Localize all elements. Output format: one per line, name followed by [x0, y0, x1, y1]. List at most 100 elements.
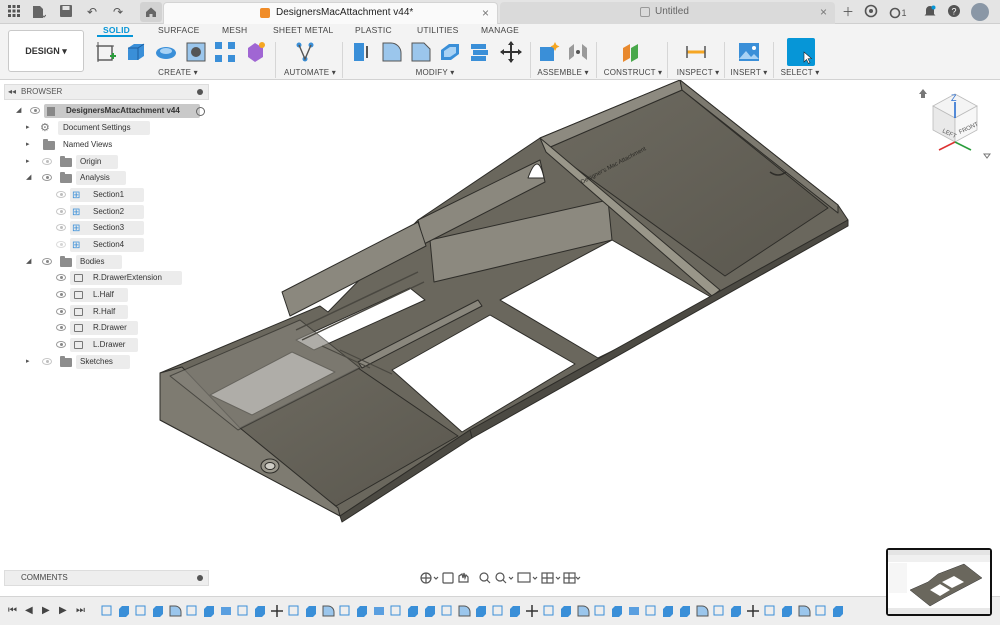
timeline-feature-sketch-icon[interactable]: [237, 605, 248, 616]
timeline-feature-extrude-icon[interactable]: [408, 606, 418, 617]
visibility-eye-icon[interactable]: [56, 241, 66, 248]
hole-icon[interactable]: [184, 40, 208, 64]
inspect-menu[interactable]: INSPECT ▾: [676, 68, 720, 77]
visibility-eye-icon[interactable]: [42, 174, 52, 181]
timeline-feature-sketch-icon[interactable]: [135, 605, 146, 616]
timeline-feature-sketch-icon[interactable]: [492, 605, 503, 616]
orbit-menu-icon[interactable]: [433, 576, 439, 580]
timeline-feature-combine-icon[interactable]: [629, 607, 639, 615]
move-copy-icon[interactable]: [499, 40, 523, 64]
help-icon[interactable]: ?: [946, 4, 962, 20]
timeline-feature-extrude-icon[interactable]: [663, 606, 673, 617]
timeline-feature-sketch-icon[interactable]: [390, 605, 401, 616]
timeline-feature-extrude-icon[interactable]: [833, 606, 843, 617]
tab-mesh[interactable]: MESH: [222, 25, 247, 35]
timeline-start-icon[interactable]: ⏮: [8, 605, 17, 616]
timeline-feature-sketch-icon[interactable]: [186, 605, 197, 616]
viewports-menu-icon[interactable]: [575, 576, 581, 580]
shell-icon[interactable]: [438, 40, 462, 64]
visibility-eye-icon[interactable]: [56, 324, 66, 331]
comments-panel-header[interactable]: COMMENTS: [4, 570, 209, 586]
timeline-step-forward-icon[interactable]: ▶: [59, 605, 67, 616]
tab-manage[interactable]: MANAGE: [481, 25, 519, 35]
user-avatar[interactable]: [971, 3, 989, 21]
collapse-panel-icon[interactable]: ◂◂: [8, 85, 16, 99]
data-panel-icon[interactable]: [863, 4, 879, 20]
timeline-feature-sketch-icon[interactable]: [594, 605, 605, 616]
measure-icon[interactable]: [684, 40, 708, 64]
expand-triangle-icon[interactable]: ▸: [26, 355, 34, 369]
timeline-feature-extrude-icon[interactable]: [612, 606, 622, 617]
select-menu[interactable]: SELECT ▾: [780, 68, 820, 77]
expand-triangle-icon[interactable]: ▸: [26, 155, 34, 169]
automate-icon[interactable]: [293, 40, 317, 64]
close-tab-icon[interactable]: ×: [482, 3, 489, 23]
visibility-eye-icon[interactable]: [56, 291, 66, 298]
expand-triangle-icon[interactable]: ◢: [16, 104, 24, 118]
visibility-eye-icon[interactable]: [42, 358, 52, 365]
timeline-feature-extrude-icon[interactable]: [425, 606, 435, 617]
timeline-feature-combine-icon[interactable]: [221, 607, 231, 615]
zoom-window-icon[interactable]: [495, 572, 507, 584]
viewcube-menu-icon[interactable]: [983, 153, 991, 159]
create-form-icon[interactable]: [243, 40, 267, 64]
timeline-feature-extrude-icon[interactable]: [306, 606, 316, 617]
visibility-eye-icon[interactable]: [56, 274, 66, 281]
notifications-icon[interactable]: [922, 4, 938, 20]
timeline-feature-fillet-icon[interactable]: [696, 605, 709, 617]
tab-plastic[interactable]: PLASTIC: [355, 25, 392, 35]
automate-menu[interactable]: AUTOMATE ▾: [280, 68, 340, 77]
modify-menu[interactable]: MODIFY ▾: [410, 68, 460, 77]
tab-active-document[interactable]: DesignersMacAttachment v44* ×: [163, 2, 498, 24]
visibility-eye-icon[interactable]: [56, 191, 66, 198]
new-tab-icon[interactable]: ＋: [840, 4, 856, 20]
pan-icon[interactable]: [458, 572, 469, 583]
tab-sheet-metal[interactable]: SHEET METAL: [273, 25, 333, 35]
timeline-feature-extrude-icon[interactable]: [680, 606, 690, 617]
visibility-eye-icon[interactable]: [56, 341, 66, 348]
timeline-feature-extrude-icon[interactable]: [204, 606, 214, 617]
timeline-feature-extrude-icon[interactable]: [731, 606, 741, 617]
timeline-feature-sketch-icon[interactable]: [713, 605, 724, 616]
fillet-icon[interactable]: [380, 40, 404, 64]
home-icon[interactable]: [140, 2, 162, 22]
insert-menu[interactable]: INSERT ▾: [729, 68, 769, 77]
timeline-feature-move-icon[interactable]: [747, 605, 759, 617]
offset-plane-icon[interactable]: [620, 40, 644, 64]
timeline-feature-sketch-icon[interactable]: [288, 605, 299, 616]
timeline-feature-fillet-icon[interactable]: [577, 605, 590, 617]
zoom-icon[interactable]: [479, 572, 491, 584]
timeline-feature-sketch-icon[interactable]: [645, 605, 656, 616]
timeline-feature-extrude-icon[interactable]: [782, 606, 792, 617]
extrude-icon[interactable]: [124, 40, 148, 64]
save-icon[interactable]: [58, 4, 74, 20]
close-tab-icon[interactable]: ×: [820, 2, 827, 22]
tab-surface[interactable]: SURFACE: [158, 25, 200, 35]
home-view-icon[interactable]: [919, 89, 927, 98]
visibility-eye-icon[interactable]: [42, 158, 52, 165]
timeline-feature-sketch-icon[interactable]: [441, 605, 452, 616]
press-pull-icon[interactable]: [350, 40, 374, 64]
timeline-feature-combine-icon[interactable]: [374, 607, 384, 615]
construct-menu[interactable]: CONSTRUCT ▾: [602, 68, 664, 77]
model-viewport[interactable]: Designer's Mac Attachment: [150, 80, 855, 525]
job-status-indicator[interactable]: 1: [885, 4, 911, 20]
viewcube[interactable]: LEFT FRONT Z: [915, 84, 1000, 164]
timeline-feature-sketch-icon[interactable]: [815, 605, 826, 616]
visibility-eye-icon[interactable]: [56, 208, 66, 215]
revolve-icon[interactable]: [154, 40, 178, 64]
redo-icon[interactable]: ↷: [110, 4, 126, 20]
minimap-thumbnail[interactable]: [886, 548, 992, 616]
create-menu[interactable]: CREATE ▾: [152, 68, 204, 77]
timeline-feature-extrude-icon[interactable]: [255, 606, 265, 617]
timeline-step-back-icon[interactable]: ◀: [25, 605, 33, 616]
file-menu-icon[interactable]: [30, 4, 47, 20]
timeline-feature-fillet-icon[interactable]: [798, 605, 811, 617]
expand-triangle-icon[interactable]: ▸: [26, 121, 34, 135]
timeline-feature-extrude-icon[interactable]: [510, 606, 520, 617]
display-settings-icon[interactable]: [517, 572, 531, 583]
collapse-triangle-icon[interactable]: ◢: [26, 255, 34, 269]
grid-settings-icon[interactable]: [541, 572, 554, 584]
undo-icon[interactable]: ↶: [84, 4, 100, 20]
timeline-feature-sketch-icon[interactable]: [339, 605, 350, 616]
